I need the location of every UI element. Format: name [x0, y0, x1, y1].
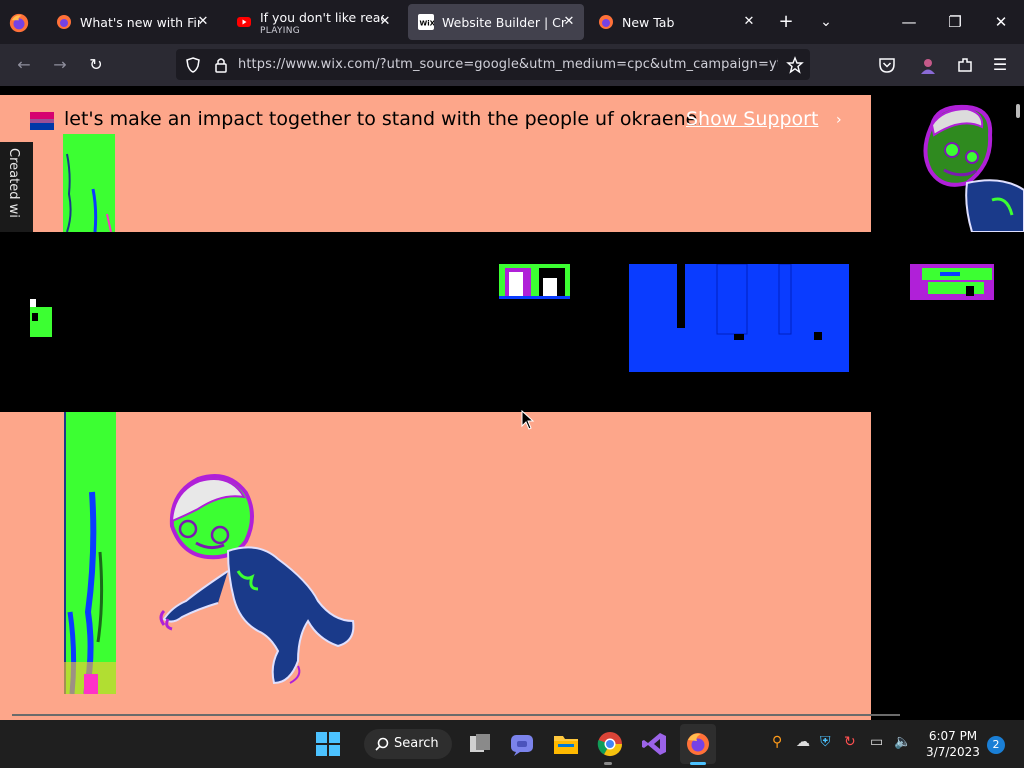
firefox-icon	[599, 15, 613, 29]
search-icon	[375, 737, 389, 751]
close-tab-icon[interactable]: ✕	[740, 13, 758, 31]
pocket-icon[interactable]	[878, 56, 896, 74]
wix-icon: WiX	[418, 14, 434, 30]
glitch-block-center	[499, 264, 570, 299]
forward-icon[interactable]: →	[46, 51, 74, 79]
date-label: 3/7/2023	[926, 745, 980, 759]
glitch-strip-top	[63, 134, 115, 232]
vertical-scrollbar-thumb[interactable]	[1016, 104, 1020, 118]
active-indicator	[690, 762, 706, 765]
search-tray-icon[interactable]: ⚲	[772, 734, 782, 750]
address-bar[interactable]: https://www.wix.com/?utm_source=google&u…	[176, 49, 810, 80]
search-label: Search	[394, 736, 439, 751]
horizontal-scrollbar[interactable]	[12, 714, 900, 716]
extensions-icon[interactable]	[956, 56, 974, 74]
firefox-icon	[57, 15, 71, 29]
close-tab-icon[interactable]: ✕	[376, 13, 394, 31]
teams-chat-icon[interactable]	[508, 730, 536, 758]
volume-icon[interactable]: 🔈	[894, 734, 911, 750]
tab-new-tab[interactable]: New Tab ✕	[588, 4, 764, 40]
tab-title: Website Builder | Create	[442, 15, 566, 30]
windows-start-icon[interactable]	[314, 730, 342, 758]
chrome-icon[interactable]	[596, 730, 624, 758]
security-icon[interactable]: ⛨	[820, 734, 831, 750]
youtube-icon	[237, 17, 251, 27]
list-all-tabs-icon[interactable]: ⌄	[812, 8, 840, 36]
glitch-strip-bottom	[64, 412, 116, 694]
minimize-icon[interactable]: —	[894, 8, 924, 36]
file-explorer-icon[interactable]	[552, 730, 580, 758]
back-icon[interactable]: ←	[10, 51, 38, 79]
new-tab-icon[interactable]: +	[772, 8, 800, 36]
notification-badge[interactable]: 2	[987, 736, 1005, 754]
update-icon[interactable]: ↻	[844, 734, 856, 750]
running-indicator	[604, 762, 612, 765]
character-illustration	[159, 474, 355, 685]
tracking-shield-icon[interactable]	[184, 56, 202, 74]
close-window-icon[interactable]: ✕	[986, 8, 1016, 36]
network-icon[interactable]: ▭	[870, 734, 883, 750]
close-tab-icon[interactable]: ✕	[194, 13, 212, 31]
page-viewport: let's make an impact together to stand w…	[0, 86, 1024, 720]
task-view-icon[interactable]	[466, 730, 494, 758]
tab-whats-new[interactable]: What's new with Firefox ✕	[46, 4, 218, 40]
tab-youtube[interactable]: If you don't like reading PLAYING ✕	[226, 4, 400, 40]
mouse-cursor-icon	[521, 410, 535, 430]
menu-icon[interactable]: ☰	[986, 51, 1014, 79]
created-with-badge[interactable]: Created wi	[0, 142, 33, 232]
firefox-taskbar-icon[interactable]	[684, 730, 712, 758]
chevron-right-icon[interactable]: ›	[836, 112, 842, 128]
windows-taskbar: Search ⚲ ☁ ⛨ ↻ ▭ 🔈 6:07 PM 3/7/2023 2	[0, 720, 1024, 768]
glitch-block-left	[30, 299, 52, 337]
glitch-block-right	[910, 264, 994, 300]
tab-title: If you don't like reading	[260, 10, 384, 25]
show-support-link[interactable]: Show Support	[686, 108, 818, 130]
reload-icon[interactable]: ↻	[82, 51, 110, 79]
tab-wix[interactable]: WiX Website Builder | Create ✕	[408, 4, 584, 40]
bottom-peach-section	[0, 412, 871, 720]
url-text[interactable]: https://www.wix.com/?utm_source=google&u…	[238, 57, 778, 72]
glitch-block-blue	[629, 264, 849, 372]
time-label: 6:07 PM	[928, 729, 978, 743]
account-icon[interactable]	[918, 56, 938, 76]
close-tab-icon[interactable]: ✕	[560, 13, 578, 31]
restore-icon[interactable]: ❐	[940, 8, 970, 36]
svg-text:WiX: WiX	[420, 20, 435, 28]
onedrive-icon[interactable]: ☁	[796, 734, 810, 750]
banner-message: let's make an impact together to stand w…	[64, 108, 704, 130]
tab-title: New Tab	[622, 15, 675, 30]
navigation-toolbar: ← → ↻ https://www.wix.com/?utm_source=go…	[0, 44, 1024, 86]
tab-strip: What's new with Firefox ✕ If you don't l…	[0, 0, 1024, 44]
visual-studio-icon[interactable]	[640, 730, 668, 758]
tab-playing-label: PLAYING	[260, 26, 301, 36]
bi-flag-icon	[30, 112, 54, 130]
bookmark-star-icon[interactable]	[786, 56, 804, 74]
firefox-view-icon[interactable]	[8, 12, 30, 34]
tab-title: What's new with Firefox	[80, 15, 200, 30]
clock[interactable]: 6:07 PM 3/7/2023	[920, 728, 986, 760]
taskbar-search[interactable]: Search	[364, 729, 452, 759]
lock-icon[interactable]	[212, 56, 230, 74]
character-illustration-top	[872, 95, 1024, 232]
created-with-label: Created wi	[6, 148, 21, 218]
